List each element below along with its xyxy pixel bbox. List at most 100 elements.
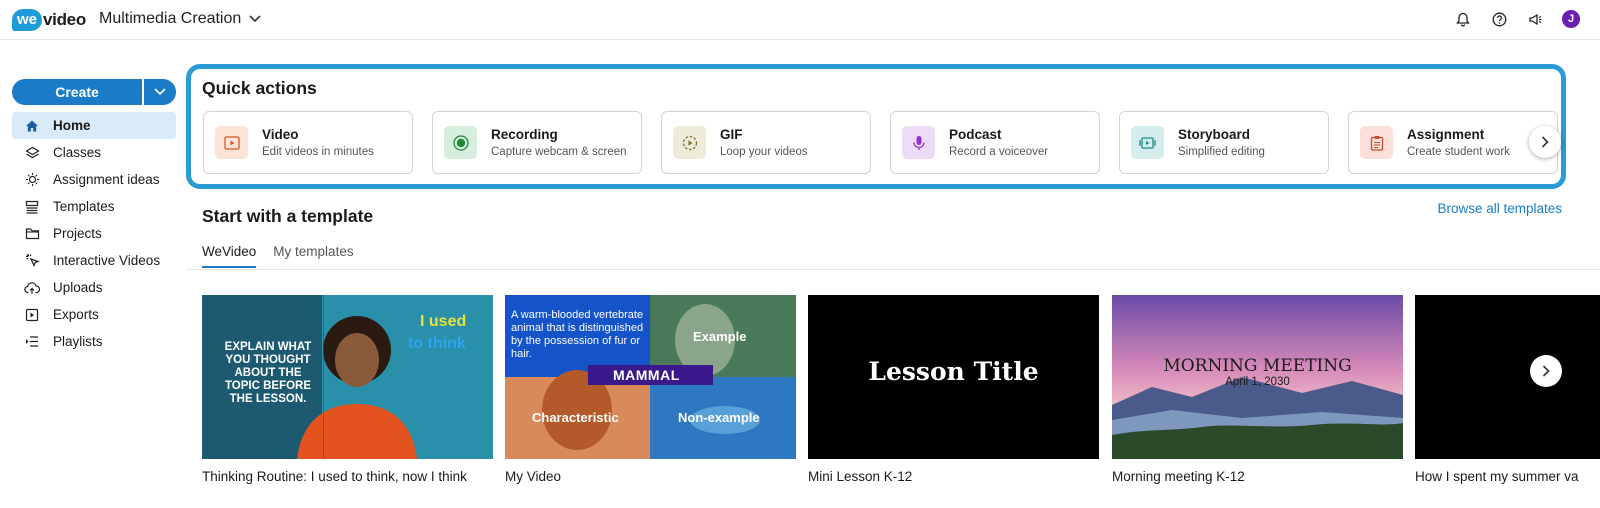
overlay-morning-meeting: MORNING MEETING: [1163, 356, 1352, 376]
quick-action-podcast[interactable]: Podcast Record a voiceover: [890, 111, 1100, 174]
workspace-selector[interactable]: Multimedia Creation: [99, 10, 261, 28]
template-thumbnail-summer[interactable]: [1415, 295, 1600, 459]
wevideo-logo[interactable]: we video: [12, 8, 86, 32]
tab-my-templates[interactable]: My templates: [273, 244, 353, 268]
home-icon: [24, 118, 40, 134]
template-tabs: WeVideo My templates: [202, 244, 354, 268]
chevron-down-icon: [154, 88, 166, 96]
quick-action-video[interactable]: Video Edit videos in minutes: [203, 111, 413, 174]
template-caption[interactable]: My Video: [505, 469, 561, 484]
sidebar-item-label: Home: [53, 118, 91, 133]
logo-we: we: [12, 9, 43, 31]
template-thumbnail-mini-lesson[interactable]: Lesson Title: [808, 295, 1099, 459]
quick-action-title: Assignment: [1407, 127, 1485, 142]
sidebar-item-classes[interactable]: Classes: [12, 139, 176, 166]
create-button-group: Create: [12, 79, 176, 105]
quick-action-title: GIF: [720, 127, 743, 142]
overlay-line: EXPLAIN WHAT: [224, 341, 312, 353]
quick-actions-title: Quick actions: [202, 78, 317, 98]
sidebar: Create Home Classes Assignment ideas Tem…: [12, 79, 176, 355]
chevron-right-icon: [1541, 136, 1549, 148]
help-icon[interactable]: [1490, 10, 1508, 28]
tab-wevideo[interactable]: WeVideo: [202, 244, 257, 268]
megaphone-icon[interactable]: [1526, 10, 1544, 28]
overlay-date: April 1, 2030: [1225, 376, 1290, 388]
quick-action-subtitle: Edit videos in minutes: [262, 146, 374, 158]
templates-next-button[interactable]: [1530, 355, 1562, 387]
quick-action-recording[interactable]: Recording Capture webcam & screen: [432, 111, 642, 174]
template-thumbnail-my-video[interactable]: A warm-blooded vertebrate animal that is…: [505, 295, 796, 459]
folder-icon: [24, 226, 40, 242]
templates-icon: [24, 199, 40, 215]
template-caption[interactable]: Mini Lesson K-12: [808, 469, 912, 484]
quick-actions-panel: Quick actions Video Edit videos in minut…: [186, 64, 1566, 189]
lightbulb-icon: [24, 172, 40, 188]
templates-section-title: Start with a template: [202, 206, 374, 226]
overlay-i-used: I used: [420, 313, 467, 330]
overlay-line: THE LESSON.: [229, 393, 307, 405]
microphone-icon: [902, 126, 935, 159]
quick-action-subtitle: Simplified editing: [1178, 146, 1265, 158]
sidebar-nav: Home Classes Assignment ideas Templates …: [12, 112, 176, 355]
sidebar-item-uploads[interactable]: Uploads: [12, 274, 176, 301]
overlay-word: MAMMAL: [613, 367, 680, 383]
quick-action-title: Storyboard: [1178, 127, 1251, 142]
overlay-lesson-title: Lesson Title: [868, 357, 1039, 386]
tabs-divider: [186, 269, 1600, 270]
template-thumbnail-thinking-routine[interactable]: EXPLAIN WHAT YOU THOUGHT ABOUT THE TOPIC…: [202, 295, 493, 459]
sidebar-item-interactive-videos[interactable]: Interactive Videos: [12, 247, 176, 274]
sidebar-item-label: Classes: [53, 145, 102, 160]
playlist-icon: [24, 334, 40, 350]
template-caption[interactable]: How I spent my summer va: [1415, 469, 1600, 484]
cursor-click-icon: [24, 253, 40, 269]
sidebar-item-assignment-ideas[interactable]: Assignment ideas: [12, 166, 176, 193]
sidebar-item-label: Templates: [53, 199, 115, 214]
quick-action-assignment[interactable]: Assignment Create student work: [1348, 111, 1558, 174]
logo-video: video: [43, 10, 86, 29]
quick-action-title: Video: [262, 127, 299, 142]
overlay-characteristic: Characteristic: [532, 410, 619, 425]
overlay-to-think: to think: [408, 335, 466, 352]
export-icon: [24, 307, 40, 323]
cloud-upload-icon: [24, 280, 40, 296]
sidebar-item-label: Projects: [53, 226, 102, 241]
overlay-non-example: Non-example: [678, 410, 760, 425]
overlay-line: ABOUT THE: [234, 367, 302, 379]
quick-action-subtitle: Capture webcam & screen: [491, 146, 627, 158]
template-caption[interactable]: Thinking Routine: I used to think, now I…: [202, 469, 467, 484]
thumbnail-definition-text: A warm-blooded vertebrate animal that is…: [511, 309, 644, 360]
storyboard-icon: [1131, 126, 1164, 159]
quick-actions-next-button[interactable]: [1529, 126, 1561, 158]
avatar[interactable]: J: [1562, 10, 1580, 28]
thumbnail-overlay-text: EXPLAIN WHAT YOU THOUGHT ABOUT THE TOPIC…: [212, 341, 324, 406]
layers-icon: [24, 145, 40, 161]
sidebar-item-projects[interactable]: Projects: [12, 220, 176, 247]
template-thumbnail-morning-meeting[interactable]: MORNING MEETING April 1, 2030: [1112, 295, 1403, 459]
quick-action-title: Recording: [491, 127, 558, 142]
top-bar: we video Multimedia Creation J: [0, 0, 1600, 40]
video-icon: [215, 126, 248, 159]
sidebar-item-label: Assignment ideas: [53, 172, 160, 187]
create-button[interactable]: Create: [12, 79, 142, 105]
clipboard-icon: [1360, 126, 1393, 159]
quick-action-subtitle: Create student work: [1407, 146, 1510, 158]
bell-icon[interactable]: [1454, 10, 1472, 28]
sidebar-item-playlists[interactable]: Playlists: [12, 328, 176, 355]
gif-icon: [673, 126, 706, 159]
overlay-example: Example: [693, 329, 747, 344]
quick-action-subtitle: Record a voiceover: [949, 146, 1049, 158]
quick-action-subtitle: Loop your videos: [720, 146, 808, 158]
sidebar-item-label: Playlists: [53, 334, 103, 349]
chevron-right-icon: [1542, 365, 1550, 377]
template-caption[interactable]: Morning meeting K-12: [1112, 469, 1245, 484]
sidebar-item-exports[interactable]: Exports: [12, 301, 176, 328]
create-dropdown-button[interactable]: [144, 79, 176, 105]
quick-action-gif[interactable]: GIF Loop your videos: [661, 111, 871, 174]
browse-all-templates-link[interactable]: Browse all templates: [1437, 201, 1562, 216]
sidebar-item-templates[interactable]: Templates: [12, 193, 176, 220]
quick-action-storyboard[interactable]: Storyboard Simplified editing: [1119, 111, 1329, 174]
sidebar-item-home[interactable]: Home: [12, 112, 176, 139]
record-icon: [444, 126, 477, 159]
workspace-name: Multimedia Creation: [99, 10, 242, 27]
quick-action-title: Podcast: [949, 127, 1002, 142]
